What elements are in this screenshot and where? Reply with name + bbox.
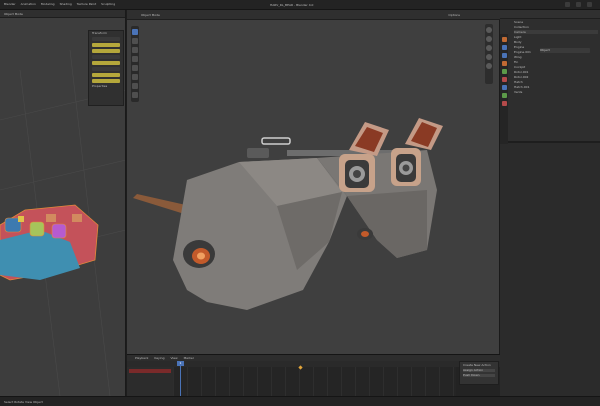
grid-icon[interactable]: [486, 54, 492, 60]
outliner-row[interactable]: Cockpit: [514, 65, 598, 69]
outliner-row[interactable]: Camera: [514, 30, 598, 34]
outliner-row[interactable]: Collection: [514, 25, 598, 29]
tool-tab-icon[interactable]: [501, 37, 507, 42]
main-viewport[interactable]: Object Mode Options: [127, 10, 500, 354]
timeline-menu-item[interactable]: View: [170, 356, 177, 360]
outliner-row[interactable]: Rotor.002: [514, 75, 598, 79]
perspective-icon[interactable]: [486, 63, 492, 69]
menu-item[interactable]: Animation: [21, 2, 36, 6]
body-right-side: [347, 190, 427, 258]
data-tab-icon[interactable]: [501, 101, 507, 106]
outliner-row[interactable]: Fin: [514, 60, 598, 64]
outliner-row[interactable]: Rotor.001: [514, 70, 598, 74]
properties-tabs: [500, 34, 508, 144]
popover-item[interactable]: Assign Action: [463, 369, 495, 372]
menu-item[interactable]: Texture Paint: [77, 2, 96, 6]
rotate-tool-icon[interactable]: [132, 56, 138, 62]
panel-label-transform: Transform: [92, 31, 107, 35]
outliner-header: [500, 10, 600, 19]
move-tool-icon[interactable]: [132, 47, 138, 53]
outliner-row[interactable]: Scene: [514, 20, 598, 24]
status-text: Select Rotate View Object: [4, 400, 43, 404]
outliner-row[interactable]: Body: [514, 40, 598, 44]
handle: [261, 137, 291, 145]
viewlayer-icon[interactable]: [576, 2, 581, 7]
properties-editor: Scene Collection Camera Light Body Engin…: [500, 10, 600, 396]
action-popover: Create New Action Assign Action Push Dow…: [459, 361, 499, 385]
sidebar-panel: Transform Properties: [88, 30, 124, 106]
channel-list: [127, 367, 173, 397]
timeline-menu-item[interactable]: Playback: [135, 356, 148, 360]
object-tab-icon[interactable]: [501, 61, 507, 66]
popover-item[interactable]: Create New Action: [463, 364, 495, 367]
top-menu: Blender Animation Modeling Shading Textu…: [4, 2, 115, 6]
field[interactable]: [92, 67, 120, 71]
panel-label-properties: Properties: [92, 84, 108, 88]
menu-item[interactable]: Blender: [4, 2, 16, 6]
cursor-tool-icon[interactable]: [132, 38, 138, 44]
annotate-tool-icon[interactable]: [132, 83, 138, 89]
menu-item[interactable]: Modeling: [41, 2, 55, 6]
outliner-row[interactable]: Light: [514, 35, 598, 39]
settings-icon[interactable]: [587, 2, 592, 7]
cap: [247, 148, 269, 158]
keyed-field[interactable]: [92, 43, 120, 47]
popover-item[interactable]: Push Down: [463, 374, 495, 377]
physics-tab-icon[interactable]: [501, 85, 507, 90]
timeline-menu-item[interactable]: Marker: [184, 356, 194, 360]
outliner-row[interactable]: Hatch: [514, 80, 598, 84]
zoom-icon[interactable]: [486, 27, 492, 33]
timeline[interactable]: Playback Keying View Marker 1 Create New…: [127, 354, 500, 397]
output-tab-icon[interactable]: [501, 53, 507, 58]
navigation-gizmo: [485, 24, 493, 84]
transform-tool-icon[interactable]: [132, 74, 138, 80]
pan-icon[interactable]: [486, 36, 492, 42]
playhead[interactable]: [180, 361, 181, 397]
outliner-row[interactable]: Hatch.001: [514, 85, 598, 89]
menu-item[interactable]: Sculpting: [101, 2, 115, 6]
keyed-field[interactable]: [92, 49, 120, 53]
outliner[interactable]: Scene Collection Camera Light Body Engin…: [500, 19, 600, 143]
render-tab-icon[interactable]: [501, 45, 507, 50]
outliner-row[interactable]: Vents: [514, 90, 598, 94]
select-tool-icon[interactable]: [132, 29, 138, 35]
material-tab-icon[interactable]: [501, 77, 507, 82]
camera-icon[interactable]: [486, 45, 492, 51]
outliner-row[interactable]: Wing: [514, 55, 598, 59]
current-frame[interactable]: 1: [177, 361, 184, 366]
status-bar: Select Rotate View Object: [0, 396, 600, 406]
scale-tool-icon[interactable]: [132, 65, 138, 71]
keyed-field[interactable]: [92, 73, 120, 77]
measure-tool-icon[interactable]: [132, 92, 138, 98]
model-scene: [133, 118, 443, 310]
keyed-field[interactable]: [92, 61, 120, 65]
left-viewport[interactable]: Object Mode Transform Properties: [0, 10, 126, 396]
field[interactable]: [92, 37, 120, 41]
field[interactable]: [92, 55, 120, 59]
menu-item[interactable]: Shading: [60, 2, 72, 6]
window-title: HARV_RL_BEAR - Blender 4.0: [270, 3, 314, 7]
object-field[interactable]: Object: [540, 48, 590, 53]
keyframe-track[interactable]: [173, 367, 456, 397]
window-controls: [565, 2, 592, 7]
constraint-tab-icon[interactable]: [501, 93, 507, 98]
timeline-menu-item[interactable]: Keying: [154, 356, 164, 360]
scene-icon[interactable]: [565, 2, 570, 7]
top-bar: Blender Animation Modeling Shading Textu…: [0, 0, 600, 10]
action-channel[interactable]: [129, 369, 171, 373]
modifier-tab-icon[interactable]: [501, 69, 507, 74]
toolbar: [131, 26, 139, 102]
keyed-field[interactable]: [92, 79, 120, 83]
orange-selection-outline: [0, 204, 99, 281]
